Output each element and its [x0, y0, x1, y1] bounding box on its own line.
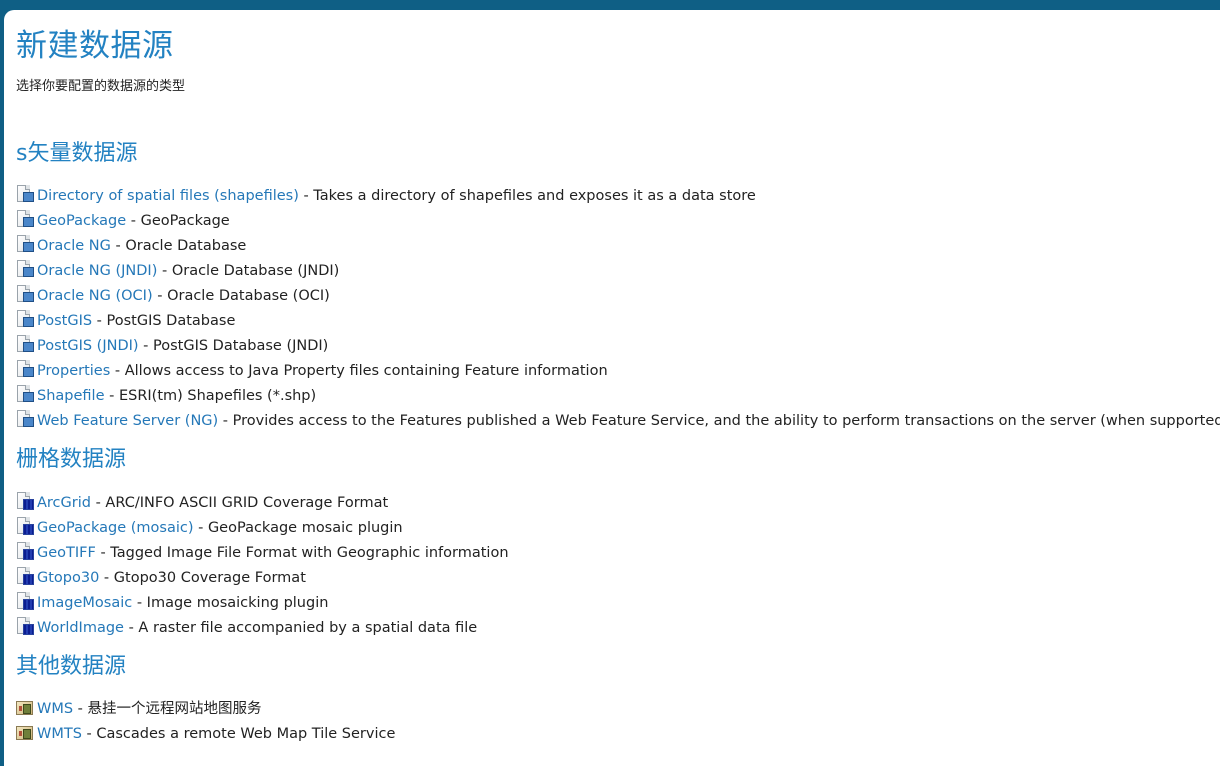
vector-store-icon — [16, 210, 34, 228]
store-type-item: WMTS - Cascades a remote Web Map Tile Se… — [16, 722, 395, 747]
store-type-item: Oracle NG (JNDI) - Oracle Database (JNDI… — [16, 259, 1220, 284]
wfs-store-icon — [16, 410, 34, 428]
store-type-item: GeoTIFF - Tagged Image File Format with … — [16, 541, 509, 566]
store-type-description: - A raster file accompanied by a spatial… — [123, 620, 478, 636]
vector-store-icon — [16, 235, 34, 253]
store-type-link[interactable]: GeoPackage (mosaic) — [37, 520, 194, 536]
store-type-item: Directory of spatial files (shapefiles) … — [16, 184, 1220, 209]
store-type-description: - Oracle Database (OCI) — [152, 288, 330, 304]
page-title: 新建数据源 — [16, 28, 174, 64]
store-type-item: WorldImage - A raster file accompanied b… — [16, 616, 509, 641]
raster-store-icon — [16, 492, 34, 510]
store-type-description: - ESRI(tm) Shapefiles (*.shp) — [104, 388, 317, 404]
store-type-link[interactable]: Web Feature Server (NG) — [37, 413, 218, 429]
store-type-description: - Cascades a remote Web Map Tile Service — [81, 726, 396, 742]
store-type-description: - Allows access to Java Property files c… — [110, 363, 608, 379]
store-type-link[interactable]: GeoTIFF — [37, 545, 96, 561]
raster-store-icon — [16, 617, 34, 635]
store-type-description: - PostGIS Database — [92, 313, 236, 329]
raster-section-title: 栅格数据源 — [16, 447, 127, 472]
store-type-link[interactable]: ImageMosaic — [37, 595, 132, 611]
store-type-description: - Gtopo30 Coverage Format — [99, 570, 306, 586]
store-type-link[interactable]: ArcGrid — [37, 495, 91, 511]
store-type-description: - Oracle Database — [110, 238, 247, 254]
store-type-item: Oracle NG (OCI) - Oracle Database (OCI) — [16, 284, 1220, 309]
store-type-link[interactable]: Properties — [37, 363, 110, 379]
store-type-link[interactable]: WMTS — [37, 726, 82, 742]
raster-store-icon — [16, 567, 34, 585]
raster-store-icon — [16, 592, 34, 610]
store-type-link[interactable]: PostGIS — [37, 313, 92, 329]
raster-store-list: ArcGrid - ARC/INFO ASCII GRID Coverage F… — [16, 491, 509, 641]
content-panel: 新建数据源 选择你要配置的数据源的类型 s矢量数据源 Directory of … — [4, 10, 1220, 766]
store-type-item: GeoPackage - GeoPackage — [16, 209, 1220, 234]
store-type-link[interactable]: WMS — [37, 701, 73, 717]
map-service-icon — [16, 698, 34, 716]
store-type-link[interactable]: PostGIS (JNDI) — [37, 338, 139, 354]
page-subtitle: 选择你要配置的数据源的类型 — [16, 79, 186, 94]
vector-store-list: Directory of spatial files (shapefiles) … — [16, 184, 1220, 434]
store-type-description: - GeoPackage — [126, 213, 230, 229]
map-service-icon — [16, 723, 34, 741]
store-type-item: Gtopo30 - Gtopo30 Coverage Format — [16, 566, 509, 591]
store-type-item: GeoPackage (mosaic) - GeoPackage mosaic … — [16, 516, 509, 541]
store-type-link[interactable]: Oracle NG (OCI) — [37, 288, 153, 304]
store-type-description: - Provides access to the Features publis… — [218, 413, 1220, 429]
store-type-description: - Image mosaicking plugin — [132, 595, 329, 611]
vector-store-icon — [16, 360, 34, 378]
store-type-item: PostGIS - PostGIS Database — [16, 309, 1220, 334]
store-type-link[interactable]: WorldImage — [37, 620, 124, 636]
store-type-link[interactable]: Gtopo30 — [37, 570, 99, 586]
store-type-description: - GeoPackage mosaic plugin — [193, 520, 403, 536]
store-type-item: WMS - 悬挂一个远程网站地图服务 — [16, 697, 395, 722]
vector-section-title: s矢量数据源 — [16, 141, 138, 166]
store-type-item: ArcGrid - ARC/INFO ASCII GRID Coverage F… — [16, 491, 509, 516]
store-type-link[interactable]: GeoPackage — [37, 213, 126, 229]
raster-store-icon — [16, 542, 34, 560]
store-type-item: Shapefile - ESRI(tm) Shapefiles (*.shp) — [16, 384, 1220, 409]
store-type-description: - Oracle Database (JNDI) — [157, 263, 340, 279]
store-type-description: - PostGIS Database (JNDI) — [138, 338, 329, 354]
raster-store-icon — [16, 517, 34, 535]
store-type-link[interactable]: Shapefile — [37, 388, 105, 404]
store-type-description: - 悬挂一个远程网站地图服务 — [73, 701, 262, 717]
store-type-link[interactable]: Oracle NG — [37, 238, 111, 254]
store-type-description: - Takes a directory of shapefiles and ex… — [298, 188, 756, 204]
vector-store-icon — [16, 310, 34, 328]
store-type-item: Oracle NG - Oracle Database — [16, 234, 1220, 259]
store-type-item: PostGIS (JNDI) - PostGIS Database (JNDI) — [16, 334, 1220, 359]
vector-store-icon — [16, 285, 34, 303]
store-type-item: Web Feature Server (NG) - Provides acces… — [16, 409, 1220, 434]
store-type-link[interactable]: Directory of spatial files (shapefiles) — [37, 188, 299, 204]
store-type-description: - ARC/INFO ASCII GRID Coverage Format — [90, 495, 389, 511]
store-type-link[interactable]: Oracle NG (JNDI) — [37, 263, 157, 279]
vector-store-icon — [16, 385, 34, 403]
other-store-list: WMS - 悬挂一个远程网站地图服务 WMTS - Cascades a remo… — [16, 697, 395, 747]
vector-store-icon — [16, 185, 34, 203]
store-type-item: ImageMosaic - Image mosaicking plugin — [16, 591, 509, 616]
store-type-description: - Tagged Image File Format with Geograph… — [95, 545, 509, 561]
vector-store-icon — [16, 335, 34, 353]
other-section-title: 其他数据源 — [16, 654, 127, 679]
store-type-item: Properties - Allows access to Java Prope… — [16, 359, 1220, 384]
vector-store-icon — [16, 260, 34, 278]
